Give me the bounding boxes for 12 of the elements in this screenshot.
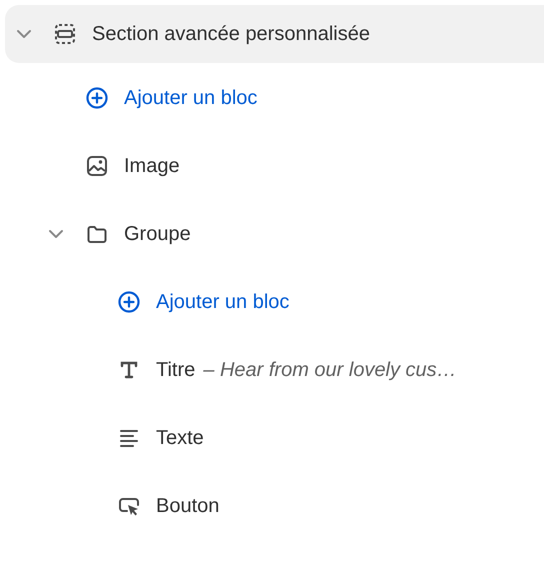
tree-item[interactable]: Groupe <box>5 205 544 263</box>
tree-item[interactable]: Section avancée personnalisée <box>5 5 544 63</box>
plus-circle-icon <box>85 86 109 110</box>
plus-circle-icon <box>117 290 141 314</box>
tree-item[interactable]: Image <box>5 137 544 195</box>
add-block-link[interactable]: Ajouter un bloc <box>5 273 544 331</box>
tree-item[interactable]: Titre – Hear from our lovely cus… <box>5 341 544 399</box>
tree-item[interactable]: Texte <box>5 409 544 467</box>
add-block-link[interactable]: Ajouter un bloc <box>5 69 544 127</box>
image-icon <box>85 154 109 178</box>
dashed-rectangle-icon <box>53 22 77 46</box>
tree-item[interactable]: Bouton <box>5 477 544 535</box>
